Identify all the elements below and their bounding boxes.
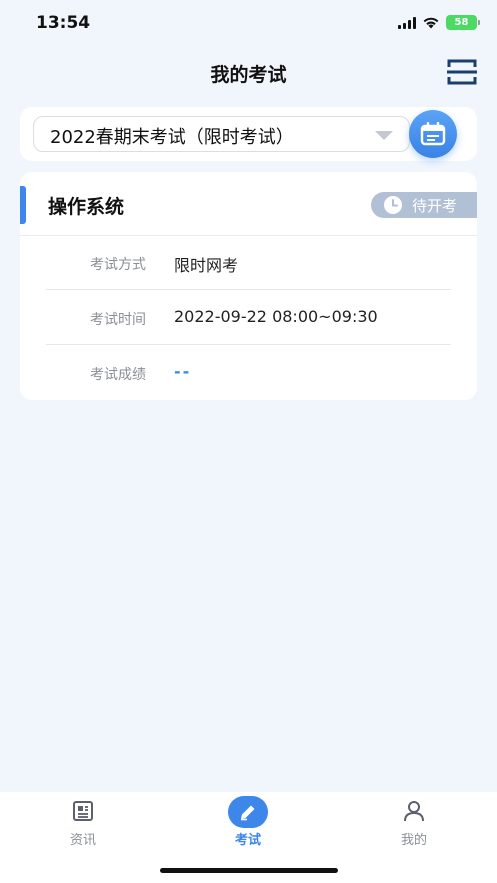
battery-icon: 58 (446, 15, 480, 30)
tab-exam[interactable]: 考试 (188, 792, 308, 852)
tab-exam-label: 考试 (234, 833, 261, 848)
home-indicator (160, 868, 338, 873)
chevron-down-icon (375, 131, 393, 140)
exam-card-header: 操作系统 待开考 (20, 172, 477, 236)
calendar-icon (420, 122, 446, 146)
row-label: 考试时间 (90, 312, 146, 328)
exam-select-value: 2022春期末考试（限时考试） (50, 127, 294, 148)
status-badge: 待开考 (371, 192, 477, 218)
row-label: 考试成绩 (90, 367, 146, 383)
scan-icon (447, 59, 477, 85)
exam-card[interactable]: 操作系统 待开考 考试方式 限时网考 考试时间 2022-09-22 08:00… (20, 172, 477, 400)
row-label: 考试方式 (90, 257, 146, 273)
active-circle (228, 796, 268, 828)
battery-level: 58 (454, 17, 469, 28)
scan-button[interactable] (447, 58, 477, 86)
row-value: 限时网考 (174, 256, 239, 275)
page-title: 我的考试 (210, 64, 287, 86)
tab-profile[interactable]: 我的 (354, 792, 474, 852)
row-value: 2022-09-22 08:00~09:30 (174, 307, 378, 326)
signal-icon (398, 16, 416, 29)
exam-score-row: 考试成绩 -- (46, 346, 451, 400)
header: 我的考试 (0, 48, 497, 96)
person-icon (404, 801, 424, 822)
exam-method-row: 考试方式 限时网考 (46, 236, 451, 290)
exam-select-dropdown[interactable]: 2022春期末考试（限时考试） (33, 116, 410, 152)
status-badge-label: 待开考 (412, 196, 458, 215)
pencil-icon (241, 805, 255, 821)
tab-news[interactable]: 资讯 (23, 792, 143, 852)
tab-news-label: 资讯 (69, 833, 96, 848)
news-icon (73, 801, 93, 821)
status-icons: 58 (398, 15, 480, 30)
tab-profile-label: 我的 (400, 833, 427, 848)
active-tab-indicator (228, 796, 268, 828)
clock-icon (384, 196, 402, 214)
status-bar: 13:54 58 (0, 0, 497, 48)
status-time: 13:54 (36, 13, 91, 33)
calendar-button[interactable] (409, 110, 457, 158)
exam-title: 操作系统 (48, 196, 125, 218)
wifi-icon (423, 17, 439, 29)
exam-time-row: 考试时间 2022-09-22 08:00~09:30 (46, 291, 451, 345)
accent-bar (20, 186, 26, 224)
score-value: -- (174, 362, 192, 381)
exam-select-card: 2022春期末考试（限时考试） (20, 107, 477, 161)
